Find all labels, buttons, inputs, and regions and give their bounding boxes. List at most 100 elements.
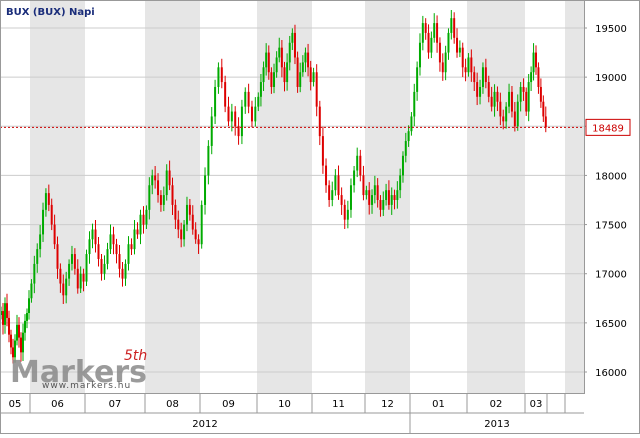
candle-body	[407, 131, 410, 142]
candle-body	[275, 57, 278, 73]
candle-body	[519, 86, 522, 102]
candle-body	[217, 67, 220, 87]
candle-body	[91, 229, 94, 240]
candle-body	[18, 324, 20, 338]
candle-body	[109, 234, 112, 250]
candle-body	[142, 214, 145, 225]
markers-watermark: Markers 5th www.markers.hu	[10, 348, 147, 391]
candle-body	[65, 278, 68, 296]
candle-body	[33, 263, 36, 284]
candle-body	[299, 72, 302, 87]
y-tick-label: 19000	[595, 73, 627, 84]
candle-body	[240, 106, 243, 137]
candle-body	[247, 91, 250, 107]
candle-body	[230, 111, 233, 122]
candle-body	[2, 311, 4, 325]
candle-body	[385, 190, 388, 200]
candle-body	[118, 254, 121, 269]
candle-body	[10, 334, 12, 348]
y-tick-label: 16500	[595, 319, 627, 330]
month-label: 03	[530, 399, 543, 410]
candle-body	[401, 155, 404, 176]
candle-body	[82, 273, 85, 282]
candle-body	[100, 258, 103, 274]
current-value-label: 18489	[592, 123, 624, 134]
candle-body	[416, 67, 419, 92]
candle-body	[535, 52, 537, 68]
candle-body	[436, 23, 439, 43]
candle-body	[183, 224, 186, 240]
y-tick-label: 18000	[595, 171, 627, 182]
candle-body	[280, 47, 283, 68]
candle-body	[331, 190, 334, 200]
candle-body	[390, 195, 393, 205]
candle-body	[393, 195, 396, 200]
candle-body	[508, 91, 511, 107]
candle-body	[26, 313, 28, 321]
candle-body	[421, 23, 424, 43]
month-label: 10	[278, 399, 291, 410]
candle-body	[424, 23, 427, 33]
candle-body	[88, 239, 91, 255]
candle-body	[70, 254, 73, 264]
month-band	[467, 0, 525, 393]
candle-body	[185, 204, 188, 225]
candle-body	[382, 200, 385, 210]
candle-body	[438, 42, 441, 63]
candle-body	[418, 42, 421, 68]
candle-body	[479, 86, 482, 97]
month-band	[30, 0, 85, 393]
candle-body	[376, 185, 379, 200]
candle-body	[28, 298, 30, 314]
candle-body	[115, 244, 118, 255]
candle-body	[165, 170, 168, 196]
candle-body	[371, 195, 374, 205]
y-axis: 1600016500170001750018000185001900019500	[584, 24, 627, 379]
candle-body	[396, 190, 399, 200]
candle-body	[527, 82, 530, 112]
candle-body	[470, 57, 473, 73]
candle-body	[525, 91, 528, 112]
chart-title: BUX (BUX) Napi	[6, 7, 95, 18]
candle-body	[191, 214, 194, 230]
y-tick-label: 17500	[595, 221, 627, 232]
y-tick-label: 16000	[595, 368, 627, 379]
bux-daily-chart: Markers 5th www.markers.hu BUX (BUX) Nap…	[0, 0, 640, 434]
candle-body	[537, 67, 540, 87]
candle-body	[73, 254, 76, 269]
candle-body	[349, 185, 352, 210]
candle-body	[318, 106, 321, 137]
candle-body	[145, 209, 148, 225]
candle-body	[291, 32, 294, 43]
month-label: 02	[490, 399, 503, 410]
candle-body	[487, 82, 490, 97]
candle-body	[490, 96, 493, 107]
candle-body	[522, 86, 525, 92]
candle-body	[307, 52, 310, 68]
candle-body	[293, 32, 296, 58]
candle-body	[62, 283, 65, 296]
y-tick-label: 19500	[595, 24, 627, 35]
candle-body	[59, 268, 62, 284]
candle-body	[197, 239, 200, 245]
candle-body	[262, 67, 265, 83]
candle-body	[270, 72, 273, 87]
candle-body	[79, 273, 82, 289]
candle-body	[244, 91, 247, 107]
candle-body	[180, 229, 183, 240]
candle-body	[254, 106, 257, 122]
candle-body	[481, 67, 484, 87]
candle-body	[467, 57, 470, 73]
candle-body	[505, 106, 508, 122]
candle-body	[188, 204, 191, 215]
candle-body	[174, 204, 177, 220]
candle-body	[278, 47, 281, 58]
candle-body	[458, 47, 461, 53]
candle-body	[496, 91, 499, 102]
candle-body	[214, 86, 217, 117]
candle-body	[430, 37, 433, 53]
candle-body	[139, 214, 142, 235]
candle-body	[30, 283, 33, 299]
candle-body	[456, 37, 459, 53]
candle-body	[328, 185, 331, 200]
